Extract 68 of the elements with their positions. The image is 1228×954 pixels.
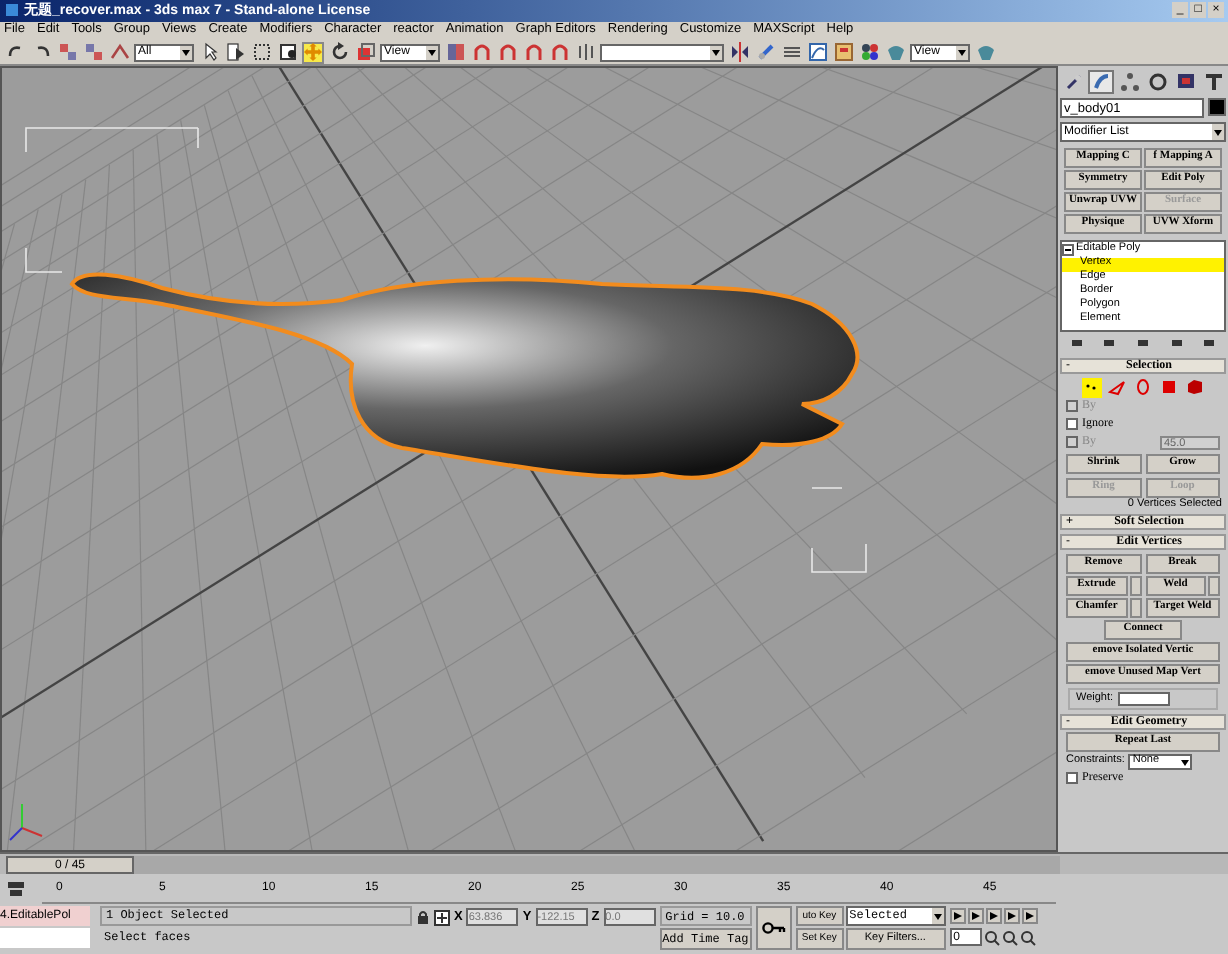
toolbar-button[interactable] xyxy=(224,41,246,64)
pointer-icon xyxy=(199,42,219,63)
region-icon xyxy=(251,42,271,63)
subobject-level-button[interactable] xyxy=(1185,377,1205,398)
magnet-icon xyxy=(523,42,543,63)
transform-mode-icon[interactable] xyxy=(434,909,450,926)
subobject-level-button[interactable] xyxy=(1081,377,1101,398)
set-key-button[interactable] xyxy=(755,906,792,951)
spinner-snap-icon xyxy=(575,42,595,63)
pivot-icon xyxy=(445,42,465,63)
weight-field[interactable] xyxy=(1117,692,1170,707)
dropdown-arrow-icon xyxy=(1180,756,1191,769)
polygon-icon xyxy=(1160,378,1178,397)
object-color-swatch[interactable] xyxy=(1208,98,1226,117)
unlink-icon xyxy=(83,42,103,63)
selection-bracket xyxy=(811,486,867,573)
subobject-level-button[interactable] xyxy=(1159,377,1179,398)
key-icon xyxy=(761,922,786,935)
layers-icon xyxy=(781,42,801,63)
display-tab-icon xyxy=(1175,71,1195,92)
play-icon[interactable] xyxy=(985,908,1002,925)
lock-icon[interactable] xyxy=(416,909,430,926)
panther-model-drawing[interactable] xyxy=(70,271,860,479)
rotate-icon xyxy=(329,42,349,63)
toolbar-button[interactable] xyxy=(250,41,272,64)
command-panel-tab[interactable] xyxy=(1116,69,1142,94)
teapot-icon xyxy=(885,42,905,63)
viewport[interactable] xyxy=(0,65,1058,852)
align-icon xyxy=(755,42,775,63)
link-icon xyxy=(57,42,77,63)
material-spheres-icon xyxy=(859,42,879,63)
subobject-level-button[interactable] xyxy=(1133,377,1153,398)
magnet-icon xyxy=(497,42,517,63)
command-panel-tab[interactable] xyxy=(1088,69,1114,94)
named-selection-field[interactable] xyxy=(600,43,724,62)
checkbox[interactable] xyxy=(1066,772,1078,785)
magnet-icon xyxy=(471,42,491,63)
utilities-tab-icon xyxy=(1203,71,1223,92)
mirror-icon xyxy=(729,42,749,63)
border-icon xyxy=(1134,378,1152,397)
script-input-field[interactable] xyxy=(0,928,90,949)
motion-tab-icon xyxy=(1147,71,1167,92)
magnet-icon xyxy=(549,42,569,63)
command-panel-tab[interactable] xyxy=(1172,69,1198,94)
subobject-level-button[interactable] xyxy=(1107,377,1127,398)
modify-tab-icon xyxy=(1091,71,1111,92)
command-panel-tab[interactable] xyxy=(1200,69,1226,94)
toolbar-button[interactable] xyxy=(276,41,298,64)
teapot-icon xyxy=(975,42,995,63)
move-icon xyxy=(304,42,322,63)
schematic-icon xyxy=(833,42,853,63)
element-icon xyxy=(1186,378,1204,397)
checkbox[interactable] xyxy=(1066,418,1078,431)
command-panel-tab[interactable] xyxy=(1144,69,1170,94)
hierarchy-tab-icon xyxy=(1119,71,1139,92)
zoom-icon[interactable] xyxy=(983,929,1000,946)
bind-icon xyxy=(109,42,129,63)
edge-icon xyxy=(1108,378,1126,397)
toolbar-button[interactable] xyxy=(728,41,750,64)
crossing-icon xyxy=(277,42,297,63)
app-icon xyxy=(4,2,20,19)
collapse-icon[interactable] xyxy=(1062,244,1074,257)
axis-tripod-icon xyxy=(9,802,43,841)
scale-icon xyxy=(355,42,375,63)
toolbar-button[interactable] xyxy=(858,41,880,64)
create-tab-icon xyxy=(1063,71,1083,92)
toolbar-button[interactable] xyxy=(328,41,350,64)
select-by-name-icon xyxy=(225,42,245,63)
